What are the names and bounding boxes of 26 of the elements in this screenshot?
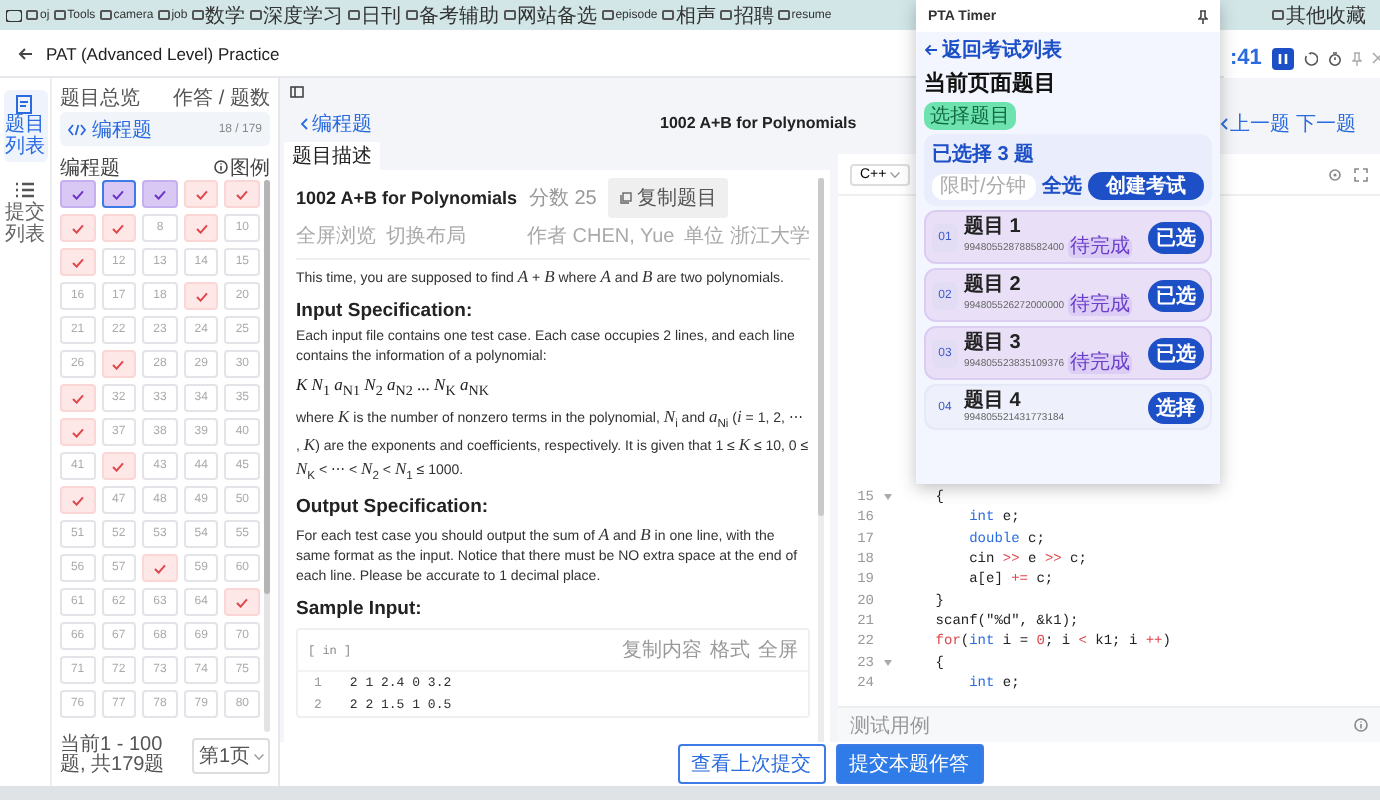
- author-label: 作者 CHEN, Yue: [526, 223, 675, 250]
- status-tag: 待完成: [1068, 238, 1133, 258]
- score-label: 分数 25: [528, 186, 597, 212]
- grid-title: 编程题: [60, 155, 120, 181]
- timer-display: :41: [1230, 46, 1262, 70]
- question-title: 题目 4: [964, 390, 1023, 412]
- formula: K N$_{1}$ a$_{N1}$ N$_{2}$ a$_{N2}$ ... N$_{K}$ a$_{NK}$: [296, 374, 491, 400]
- problem-title: 1002 A+B for Polynomials: [660, 114, 857, 132]
- section-heading: Output Specification:: [296, 496, 491, 519]
- pagination-info: 当前1 - 100题, 共179题: [60, 736, 167, 776]
- problem-heading: 1002 A+B for Polynomials: [296, 188, 517, 208]
- status-tag: 选择题目: [924, 102, 1016, 130]
- section-heading: Sample Input:: [296, 598, 424, 621]
- count-label: 作答 / 题数: [173, 86, 270, 112]
- status-tag: 待完成: [1068, 354, 1133, 374]
- question-title: 题目 3: [964, 332, 1023, 354]
- status-tag: 待完成: [1068, 296, 1133, 316]
- question-title: 题目 1: [964, 216, 1023, 238]
- panel-heading: 当前页面题目: [924, 69, 1058, 98]
- overview-label: 题目总览: [60, 85, 140, 112]
- page-title: PAT (Advanced Level) Practice: [46, 43, 280, 63]
- test-case-label: 测试用例: [850, 713, 930, 739]
- question-title: 题目 2: [964, 274, 1023, 296]
- unit-label: 单位 浙江大学: [684, 223, 810, 250]
- section-heading: Input Specification:: [296, 300, 475, 322]
- selection-count: 已选择 3 题: [932, 141, 1037, 168]
